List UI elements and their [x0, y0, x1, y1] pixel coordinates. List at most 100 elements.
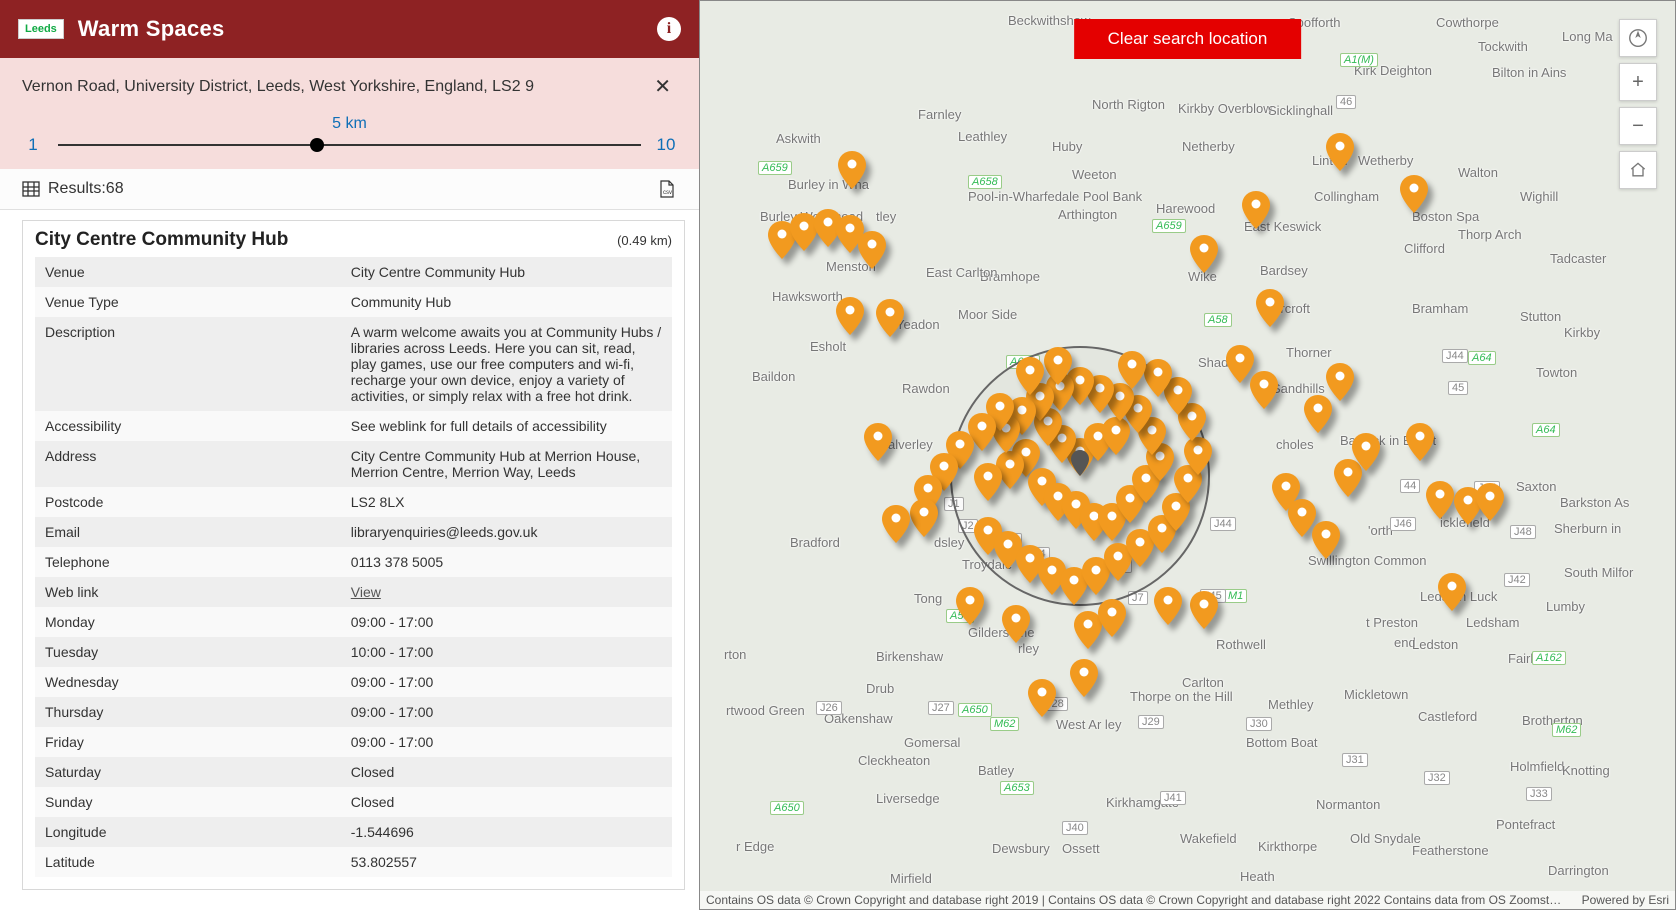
map-place-label: Normanton [1316, 797, 1380, 812]
map-pin[interactable] [1016, 357, 1044, 395]
map-place-label: Thorp Arch [1458, 227, 1522, 242]
search-location-text[interactable]: Vernon Road, University District, Leeds,… [22, 78, 648, 96]
map-pin[interactable] [1476, 483, 1504, 521]
slider-track[interactable] [58, 135, 641, 155]
map-pin[interactable] [1118, 351, 1146, 389]
map-place-label: Hawksworth [772, 289, 843, 304]
map-pin[interactable] [838, 151, 866, 189]
results-list[interactable]: City Centre Community Hub (0.49 km) Venu… [0, 210, 699, 910]
map-pin[interactable] [1154, 587, 1182, 625]
road-shield: A650 [770, 801, 804, 815]
map-pin[interactable] [910, 499, 938, 537]
map-pin[interactable] [1144, 359, 1172, 397]
map-pin[interactable] [1250, 371, 1278, 409]
map-pin[interactable] [836, 297, 864, 335]
slider-thumb[interactable] [310, 138, 324, 152]
weblink[interactable]: View [351, 584, 381, 600]
map-pin[interactable] [1326, 363, 1354, 401]
map-place-label: Clifford [1404, 241, 1445, 256]
detail-key: Monday [35, 607, 341, 637]
map-place-label: rley [1018, 641, 1039, 656]
info-icon[interactable]: i [657, 17, 681, 41]
map-place-label: Esholt [810, 339, 846, 354]
map-pin[interactable] [1256, 289, 1284, 327]
app-title: Warm Spaces [78, 16, 657, 42]
zoom-in-button[interactable]: + [1619, 63, 1657, 101]
map-pin[interactable] [864, 423, 892, 461]
zoom-out-button[interactable]: − [1619, 107, 1657, 145]
detail-value: See weblink for full details of accessib… [341, 411, 672, 441]
detail-key: Tuesday [35, 637, 341, 667]
map-place-label: Gomersal [904, 735, 960, 750]
map-place-label: Drub [866, 681, 894, 696]
map-place-label: Wighill [1520, 189, 1558, 204]
map-place-label: Huby [1052, 139, 1082, 154]
detail-key: Longitude [35, 817, 341, 847]
map-pin[interactable] [1044, 347, 1072, 385]
road-shield: M62 [1552, 723, 1581, 737]
map-pin[interactable] [1098, 599, 1126, 637]
map-place-label: Cowthorpe [1436, 15, 1499, 30]
map-pin[interactable] [882, 505, 910, 543]
map-panel[interactable]: BeckwithshawSpofforthCowthorpeTockwithLo… [699, 0, 1676, 910]
road-shield: A650 [958, 703, 992, 717]
map-place-label: Leathley [958, 129, 1007, 144]
map-place-label: Bottom Boat [1246, 735, 1318, 750]
slider-min-label: 1 [22, 135, 44, 155]
map-place-label: Arthington [1058, 207, 1117, 222]
map-pin[interactable] [1400, 175, 1428, 213]
junction-shield: J48 [1510, 525, 1536, 539]
map-pin[interactable] [1426, 481, 1454, 519]
map-pin[interactable] [1190, 235, 1218, 273]
map-pin[interactable] [1326, 133, 1354, 171]
map-place-label: Ledsham [1466, 615, 1519, 630]
detail-row: Emaillibraryenquiries@leeds.gov.uk [35, 517, 672, 547]
detail-value: City Centre Community Hub at Merrion Hou… [341, 441, 672, 487]
map-pin[interactable] [1312, 521, 1340, 559]
map-pin[interactable] [1028, 679, 1056, 717]
map-place-label: Batley [978, 763, 1014, 778]
map-pin[interactable] [1438, 573, 1466, 611]
clear-search-icon[interactable]: ✕ [648, 74, 677, 99]
map-pin[interactable] [1184, 437, 1212, 475]
result-card[interactable]: City Centre Community Hub (0.49 km) Venu… [22, 220, 685, 890]
map-place-label: Knotting [1562, 763, 1610, 778]
compass-button[interactable] [1619, 19, 1657, 57]
map-pin[interactable] [1242, 191, 1270, 229]
map-pin[interactable] [1352, 433, 1380, 471]
junction-shield: J40 [1062, 821, 1088, 835]
clear-search-location-button[interactable]: Clear search location [1074, 19, 1302, 59]
detail-value: 09:00 - 17:00 [341, 667, 672, 697]
map-pin[interactable] [876, 299, 904, 337]
table-icon[interactable] [22, 181, 40, 197]
detail-value: A warm welcome awaits you at Community H… [341, 317, 672, 411]
map-place-label: Tockwith [1478, 39, 1528, 54]
map-pin[interactable] [1190, 591, 1218, 629]
detail-key: Description [35, 317, 341, 411]
detail-key: Accessibility [35, 411, 341, 441]
map-pin[interactable] [858, 231, 886, 269]
map-pin[interactable] [1406, 423, 1434, 461]
detail-row: DescriptionA warm welcome awaits you at … [35, 317, 672, 411]
map-place-label: Moor Side [958, 307, 1017, 322]
map-place-label: Sandhills [1272, 381, 1325, 396]
map-canvas[interactable]: BeckwithshawSpofforthCowthorpeTockwithLo… [700, 1, 1675, 909]
map-place-label: 'orth [1368, 523, 1393, 538]
map-place-label: Ossett [1062, 841, 1100, 856]
map-pin[interactable] [1002, 605, 1030, 643]
map-pin[interactable] [1070, 659, 1098, 697]
home-button[interactable] [1619, 151, 1657, 189]
junction-shield: J31 [1342, 753, 1368, 767]
detail-row: VenueCity Centre Community Hub [35, 257, 672, 287]
map-place-label: Birkenshaw [876, 649, 943, 664]
junction-shield: J44 [1442, 349, 1468, 363]
card-distance: (0.49 km) [617, 233, 672, 248]
map-pin[interactable] [974, 463, 1002, 501]
map-place-label: South Milfor [1564, 565, 1633, 580]
detail-row: AddressCity Centre Community Hub at Merr… [35, 441, 672, 487]
side-panel: Leeds Warm Spaces i Vernon Road, Univers… [0, 0, 699, 910]
map-place-label: Barkston As [1560, 495, 1629, 510]
slider-max-label: 10 [655, 135, 677, 155]
export-csv-icon[interactable]: csv [657, 179, 677, 199]
map-pin[interactable] [956, 587, 984, 625]
